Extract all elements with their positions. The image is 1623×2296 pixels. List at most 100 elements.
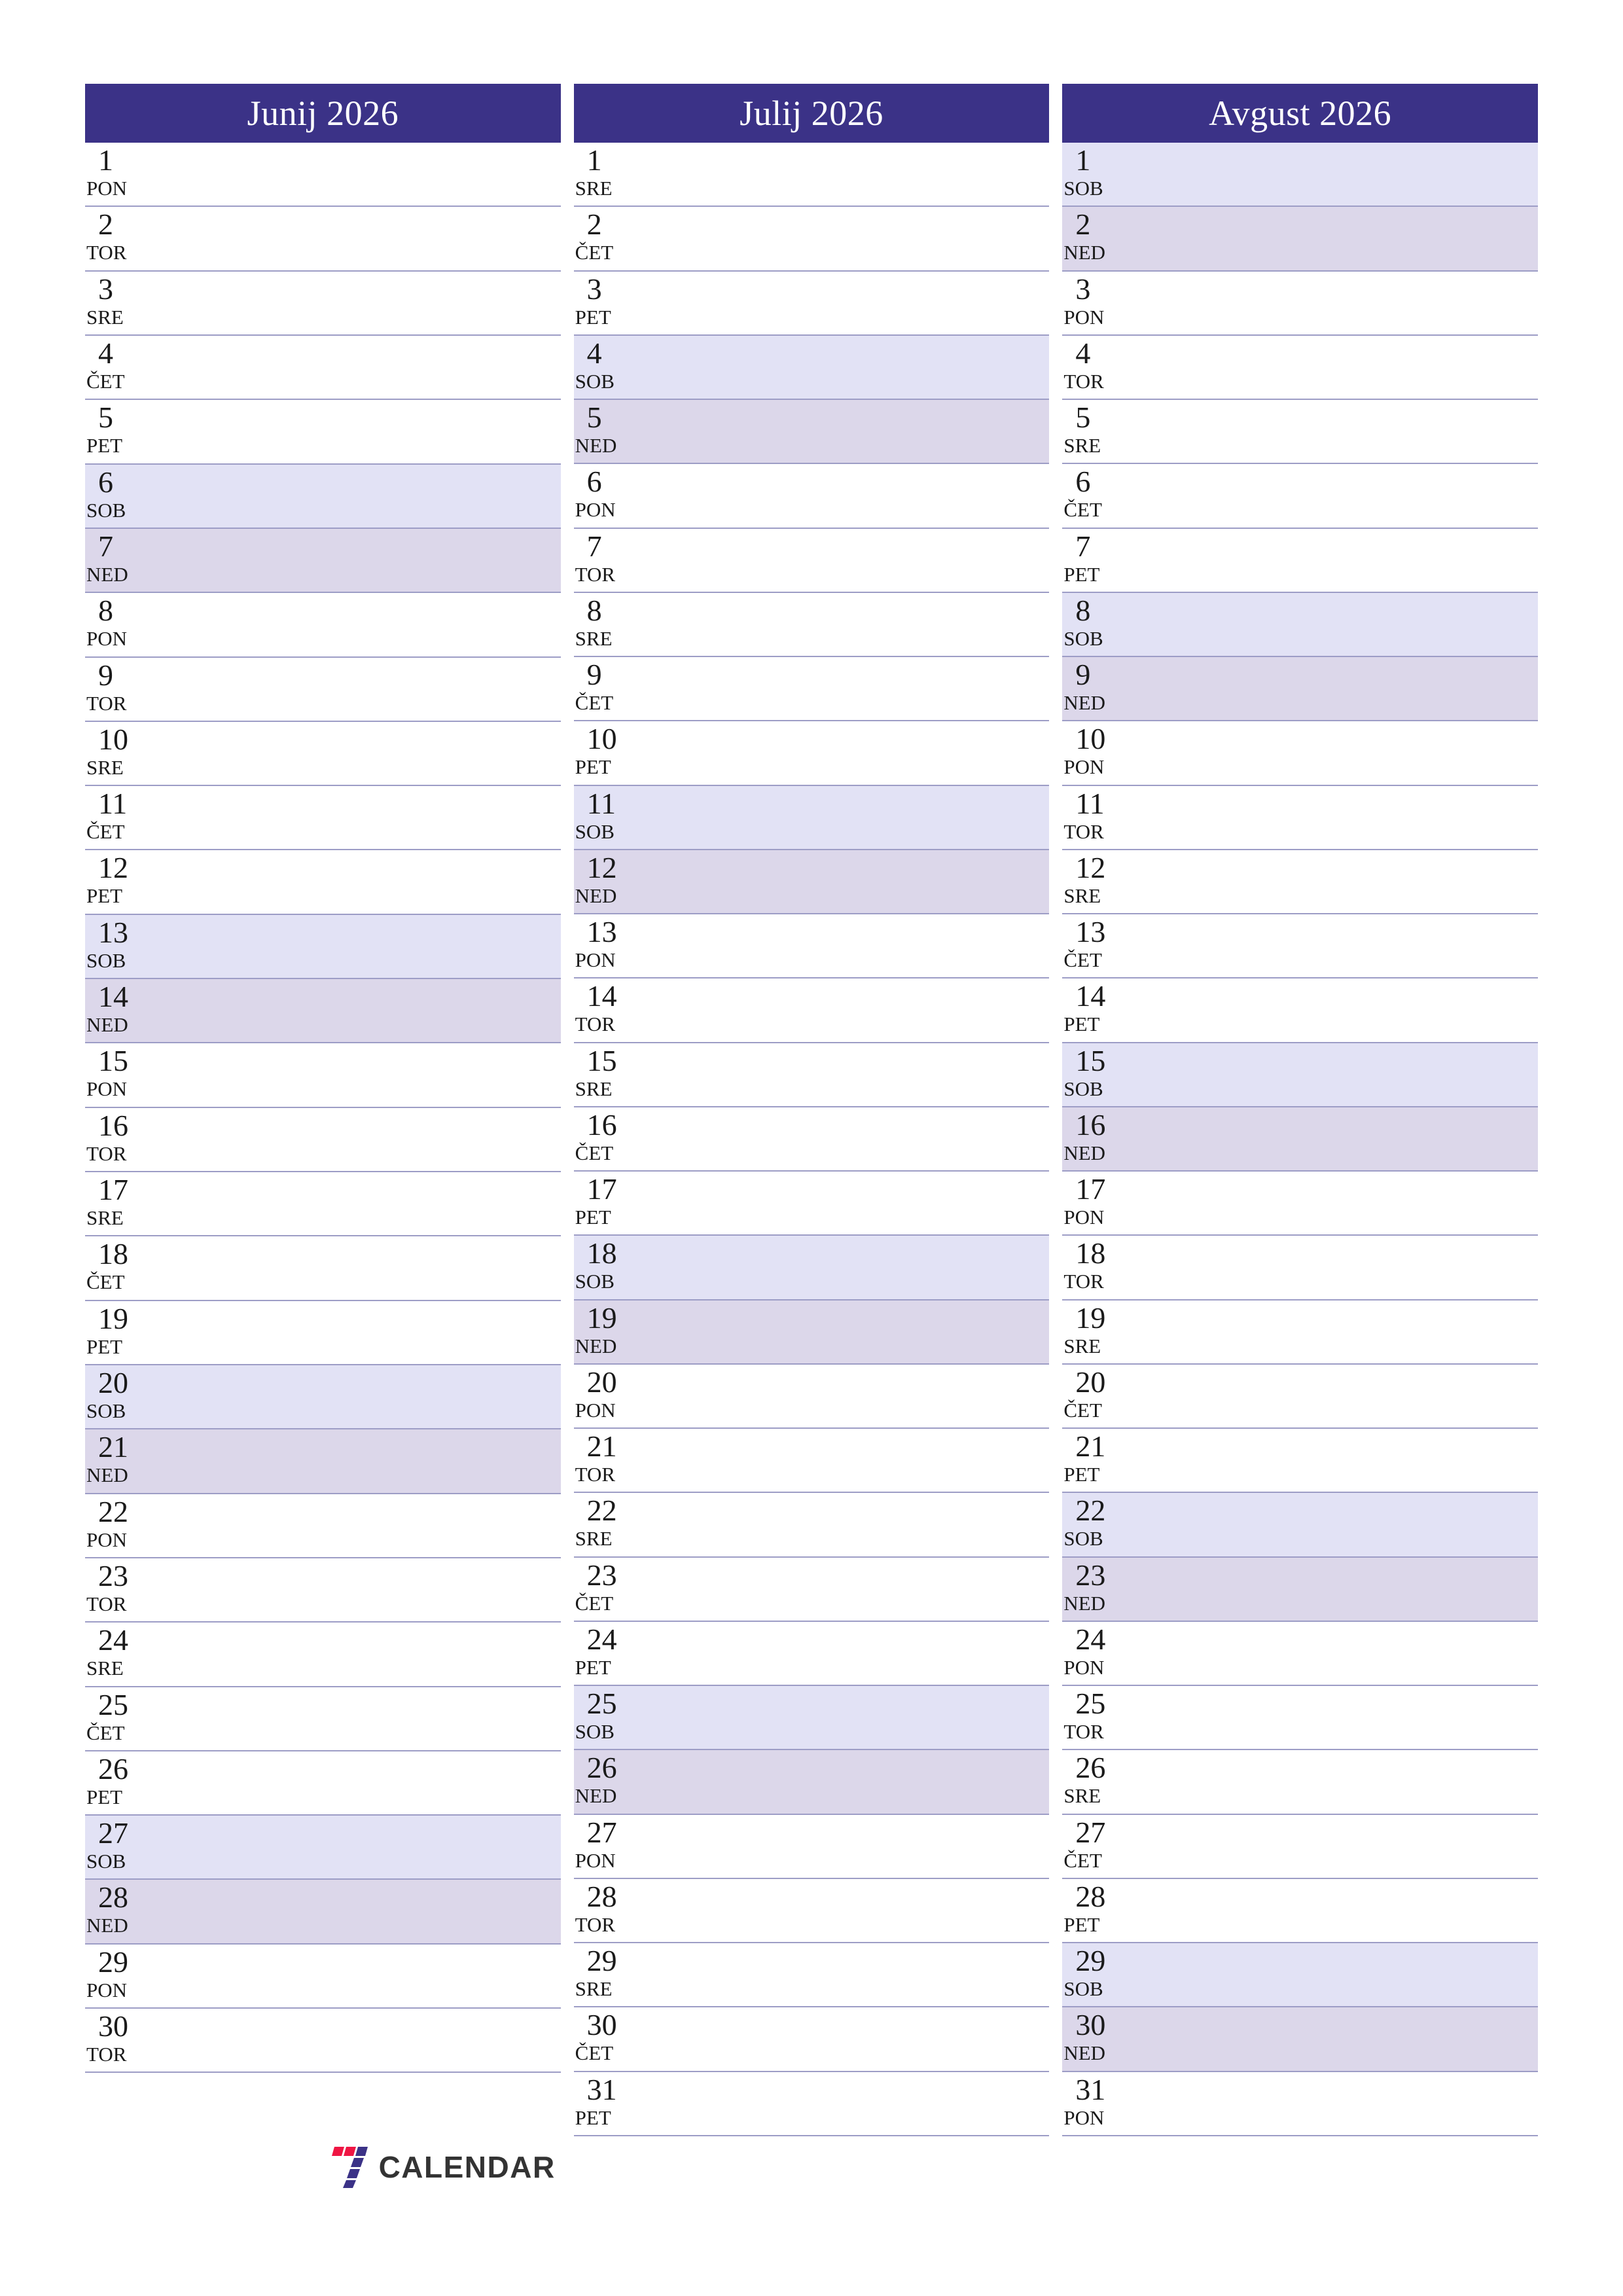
day-row[interactable]: 15 SRE <box>573 1043 1050 1107</box>
day-row[interactable]: 10 PET <box>573 721 1050 786</box>
day-row[interactable]: 15 SOB <box>1062 1043 1539 1107</box>
day-row[interactable]: 12 PET <box>85 850 561 915</box>
day-row[interactable]: 10 PON <box>1062 721 1539 786</box>
day-row[interactable]: 28 PET <box>1062 1878 1539 1943</box>
day-row[interactable]: 14 TOR <box>573 978 1050 1043</box>
day-number: 19 <box>586 1300 617 1335</box>
day-row[interactable]: 14 NED <box>85 979 561 1044</box>
day-row[interactable]: 28 NED <box>85 1880 561 1945</box>
day-row[interactable]: 8 SRE <box>573 592 1050 657</box>
day-row[interactable]: 6 SOB <box>85 464 561 529</box>
day-row[interactable]: 13 ČET <box>1062 914 1539 979</box>
day-row[interactable]: 3 PET <box>573 271 1050 336</box>
day-row[interactable]: 19 SRE <box>1062 1300 1539 1365</box>
day-row-list: 1 SOB 2 NED 3 PON 4 TOR 5 SRE 6 ČET 7 PET 8 SOB 9 NED 10 PO… <box>1062 143 1539 2199</box>
day-row[interactable]: 7 TOR <box>573 528 1050 593</box>
day-row[interactable]: 26 SRE <box>1062 1750 1539 1815</box>
day-row[interactable]: 2 NED <box>1062 207 1539 272</box>
day-row[interactable]: 12 NED <box>573 850 1050 914</box>
day-row[interactable]: 8 SOB <box>1062 592 1539 657</box>
day-row[interactable]: 8 PON <box>85 593 561 658</box>
day-row[interactable]: 11 ČET <box>85 786 561 851</box>
day-row[interactable]: 6 ČET <box>1062 464 1539 529</box>
day-row[interactable]: 5 NED <box>573 400 1050 465</box>
day-row[interactable]: 16 NED <box>1062 1107 1539 1172</box>
day-row[interactable]: 30 TOR <box>85 2009 561 2073</box>
day-row[interactable]: 22 SOB <box>1062 1493 1539 1558</box>
day-row[interactable]: 3 SRE <box>85 271 561 336</box>
day-row[interactable]: 22 PON <box>85 1494 561 1558</box>
day-row[interactable]: 9 NED <box>1062 657 1539 722</box>
day-row[interactable]: 11 SOB <box>573 785 1050 850</box>
day-row[interactable]: 24 PON <box>1062 1621 1539 1686</box>
day-row[interactable]: 28 TOR <box>573 1878 1050 1943</box>
day-row[interactable]: 19 NED <box>573 1300 1050 1365</box>
day-row[interactable]: 6 PON <box>573 464 1050 529</box>
day-number: 21 <box>586 1429 617 1463</box>
day-row[interactable]: 20 SOB <box>85 1365 561 1430</box>
day-row[interactable]: 4 SOB <box>573 335 1050 400</box>
day-row[interactable]: 3 PON <box>1062 271 1539 336</box>
day-row[interactable]: 20 ČET <box>1062 1364 1539 1429</box>
day-row[interactable]: 22 SRE <box>573 1493 1050 1558</box>
day-row[interactable]: 11 TOR <box>1062 785 1539 850</box>
day-row[interactable]: 18 SOB <box>573 1236 1050 1300</box>
day-row[interactable]: 25 ČET <box>85 1687 561 1751</box>
day-row[interactable]: 13 SOB <box>85 914 561 980</box>
day-row[interactable]: 26 NED <box>573 1750 1050 1815</box>
month-column: Julij 2026 1 SRE 2 ČET 3 PET 4 SOB 5 NED 6 PON 7 TOR 8 S… <box>573 84 1050 2199</box>
day-row[interactable]: 29 SOB <box>1062 1943 1539 2008</box>
day-row[interactable]: 5 PET <box>85 400 561 465</box>
day-row[interactable]: 1 PON <box>85 143 561 207</box>
day-row[interactable]: 24 PET <box>573 1621 1050 1686</box>
day-row[interactable]: 27 ČET <box>1062 1814 1539 1879</box>
day-row[interactable]: 23 TOR <box>85 1558 561 1623</box>
day-row[interactable]: 2 TOR <box>85 207 561 272</box>
day-row[interactable]: 17 PET <box>573 1172 1050 1236</box>
day-row[interactable]: 29 PON <box>85 1944 561 2009</box>
day-row[interactable]: 20 PON <box>573 1364 1050 1429</box>
day-row[interactable]: 4 ČET <box>85 335 561 401</box>
day-row[interactable]: 25 TOR <box>1062 1686 1539 1751</box>
day-row[interactable]: 25 SOB <box>573 1686 1050 1751</box>
day-row[interactable]: 16 ČET <box>573 1107 1050 1172</box>
day-row[interactable]: 21 TOR <box>573 1429 1050 1494</box>
day-row[interactable]: 23 ČET <box>573 1557 1050 1622</box>
day-row[interactable]: 9 TOR <box>85 657 561 722</box>
day-row[interactable]: 12 SRE <box>1062 850 1539 914</box>
day-row[interactable]: 1 SRE <box>573 143 1050 207</box>
day-row[interactable]: 26 PET <box>85 1751 561 1816</box>
day-row[interactable]: 14 PET <box>1062 978 1539 1043</box>
day-row[interactable]: 27 SOB <box>85 1816 561 1880</box>
day-row[interactable]: 16 TOR <box>85 1107 561 1172</box>
day-row[interactable]: 18 ČET <box>85 1236 561 1301</box>
day-row[interactable]: 10 SRE <box>85 721 561 787</box>
day-row[interactable]: 2 ČET <box>573 207 1050 272</box>
day-row[interactable]: 5 SRE <box>1062 400 1539 465</box>
day-row[interactable]: 18 TOR <box>1062 1236 1539 1300</box>
day-row[interactable]: 30 ČET <box>573 2007 1050 2072</box>
weekday-abbreviation: ČET <box>575 691 614 714</box>
day-row[interactable]: 21 PET <box>1062 1429 1539 1494</box>
day-number: 1 <box>586 143 602 177</box>
day-row[interactable]: 30 NED <box>1062 2007 1539 2072</box>
day-row[interactable]: 19 PET <box>85 1300 561 1365</box>
day-row[interactable]: 21 NED <box>85 1429 561 1494</box>
day-row[interactable]: 7 PET <box>1062 528 1539 593</box>
day-row[interactable]: 4 TOR <box>1062 335 1539 400</box>
day-row[interactable]: 31 PON <box>1062 2072 1539 2136</box>
day-row[interactable]: 27 PON <box>573 1814 1050 1879</box>
day-row[interactable]: 1 SOB <box>1062 143 1539 207</box>
day-row[interactable]: 9 ČET <box>573 657 1050 722</box>
day-row[interactable]: 15 PON <box>85 1043 561 1108</box>
day-row[interactable]: 31 PET <box>573 2072 1050 2136</box>
day-row[interactable]: 17 PON <box>1062 1172 1539 1236</box>
day-row[interactable]: 13 PON <box>573 914 1050 979</box>
day-row[interactable]: 17 SRE <box>85 1172 561 1237</box>
day-row[interactable]: 23 NED <box>1062 1557 1539 1622</box>
day-number: 10 <box>98 722 128 756</box>
day-row[interactable]: 24 SRE <box>85 1623 561 1687</box>
day-row[interactable]: 7 NED <box>85 528 561 594</box>
day-row[interactable]: 29 SRE <box>573 1943 1050 2008</box>
weekday-abbreviation: TOR <box>86 2043 127 2066</box>
